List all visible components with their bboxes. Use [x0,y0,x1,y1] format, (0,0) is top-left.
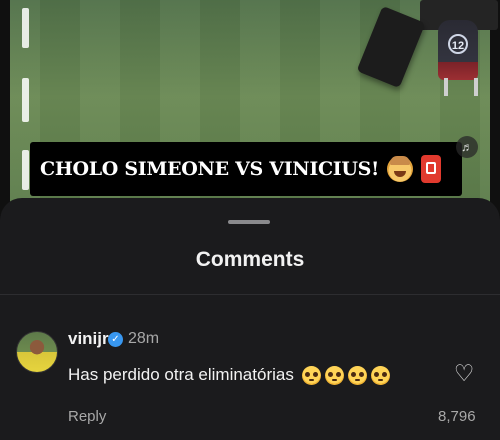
field-line [22,78,29,122]
comments-title: Comments [195,248,305,271]
like-heart-icon[interactable]: ♡ [452,361,476,385]
pleading-face-icon [301,365,321,385]
comment-body: Has perdido otra eliminatórias [68,365,390,385]
player-legs [444,78,478,96]
drag-handle[interactable] [228,220,270,224]
verified-badge-icon: ✓ [108,332,123,347]
comment-timestamp: 28m [128,330,160,347]
comment-text: Has perdido otra eliminatórias [68,365,294,384]
comment-emoji [301,365,390,385]
field-line [22,150,29,190]
comments-sheet: Comments vinijr ✓ 28m Has perdido otra e… [0,198,500,440]
exploding-head-icon [387,156,414,182]
pleading-face-icon [324,365,344,385]
video-title: CHOLO SIMEONE VS VINICIUS! [40,158,380,180]
video-player[interactable]: 12 CHOLO SIMEONE VS VINICIUS! ♬ [0,0,500,215]
pleading-face-icon [347,365,367,385]
volume-icon[interactable]: ♬ [456,136,478,158]
divider [0,294,500,295]
avatar[interactable] [16,331,58,373]
pleading-face-icon [370,365,390,385]
video-border-left [0,0,10,215]
red-card-icon [421,155,442,183]
player-number: 12 [448,34,468,54]
comment-username[interactable]: vinijr [68,329,109,349]
video-border-right [490,0,500,215]
reply-button[interactable]: Reply [68,408,106,425]
equipment-bag [356,5,426,89]
video-title-banner: CHOLO SIMEONE VS VINICIUS! [30,142,462,196]
field-line [22,8,29,48]
like-count: 8,796 [438,408,476,425]
